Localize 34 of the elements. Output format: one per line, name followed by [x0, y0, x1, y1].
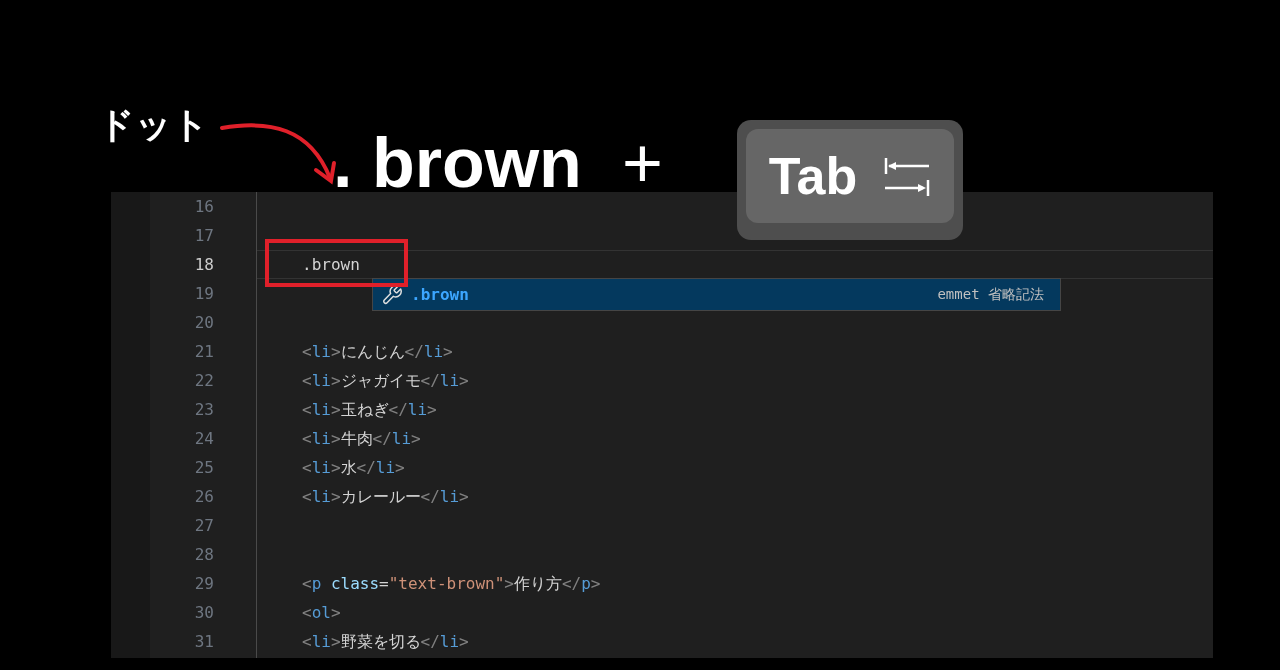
line-number: 16: [194, 195, 214, 218]
code-line: <li>水</li>: [302, 456, 405, 479]
line-number: 24: [194, 427, 214, 450]
line-number: 25: [194, 456, 214, 479]
code-line: <ol>: [302, 601, 341, 624]
suggestion-item[interactable]: .brown emmet 省略記法: [372, 278, 1061, 311]
line-number: 19: [194, 282, 214, 305]
line-number: 22: [194, 369, 214, 392]
key-label: Tab: [768, 150, 858, 202]
line-number: 28: [194, 543, 214, 566]
suggestion-detail: emmet 省略記法: [937, 285, 1045, 304]
code-line: <li>野菜を切る</li>: [302, 630, 469, 653]
line-number: 31: [194, 630, 214, 653]
line-number: 17: [194, 224, 214, 247]
line-number: 21: [194, 340, 214, 363]
line-number: 27: [194, 514, 214, 537]
tab-arrows-icon: [883, 156, 932, 196]
line-number: 29: [194, 572, 214, 595]
code-line: <li>にんじん</li>: [302, 340, 453, 363]
code-line: .brown: [302, 253, 360, 276]
code-line: <li>牛肉</li>: [302, 427, 421, 450]
line-number: 30: [194, 601, 214, 624]
suggestion-label: .brown: [411, 283, 469, 306]
annotation-label: ドット: [98, 103, 209, 147]
headline-text: . brown: [333, 128, 582, 198]
line-number: 26: [194, 485, 214, 508]
line-number: 18: [194, 253, 214, 276]
line-number: 23: [194, 398, 214, 421]
code-line: <p class="text-brown">作り方</p>: [302, 572, 601, 595]
code-line: <li>カレールー</li>: [302, 485, 469, 508]
plus-sign: +: [621, 128, 663, 198]
code-line: <li>玉ねぎ</li>: [302, 398, 437, 421]
line-number: 20: [194, 311, 214, 334]
code-line: <li>ジャガイモ</li>: [302, 369, 469, 392]
